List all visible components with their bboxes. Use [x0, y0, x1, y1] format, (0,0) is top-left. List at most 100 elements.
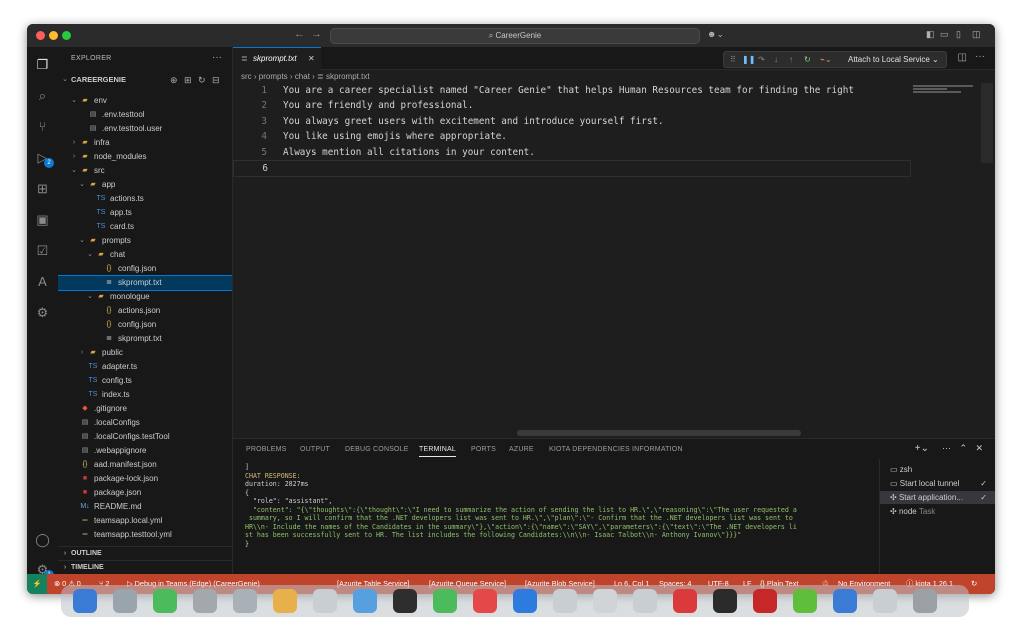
folder-env[interactable]: ⌄ ▰ env: [58, 94, 232, 108]
file-teamsapp-local-yml[interactable]: ═ teamsapp.local.yml: [58, 514, 232, 528]
terminal-instance[interactable]: ▭ Start local tunnel ✓: [880, 477, 995, 490]
new-folder-icon[interactable]: ⊞: [184, 73, 192, 87]
code-line[interactable]: 4 You like using emojis where appropriate…: [233, 129, 911, 144]
file-adapter-ts[interactable]: TS adapter.ts: [58, 360, 232, 374]
account-icon[interactable]: ◯: [33, 530, 52, 549]
dock-app-icon[interactable]: [313, 589, 337, 613]
dock-app-icon[interactable]: [833, 589, 857, 613]
panel-tab-azure[interactable]: AZURE: [509, 446, 534, 453]
panel-tab-debug-console[interactable]: DEBUG CONSOLE: [345, 446, 409, 453]
dock-app-icon[interactable]: [193, 589, 217, 613]
testing-icon[interactable]: ☑: [33, 241, 52, 260]
collapse-all-icon[interactable]: ⊟: [212, 73, 220, 87]
file-actions-json[interactable]: {} actions.json: [58, 304, 232, 318]
new-file-icon[interactable]: ⊕: [170, 73, 178, 87]
split-editor-icon[interactable]: ◫: [958, 52, 967, 63]
terminal-instance[interactable]: ✣ node Task: [880, 505, 995, 518]
dock-app-icon[interactable]: [353, 589, 377, 613]
new-terminal-icon[interactable]: +⌄: [915, 443, 929, 454]
forward-arrow-icon[interactable]: →: [311, 28, 322, 40]
file-readme-md[interactable]: M↓ README.md: [58, 500, 232, 514]
extensions-icon[interactable]: ⊞: [33, 179, 52, 198]
code-line[interactable]: 1 You are a career specialist named "Care…: [233, 83, 911, 98]
file-package-json[interactable]: ■ package.json: [58, 486, 232, 500]
file-teamsapp-testtool-yml[interactable]: ═ teamsapp.testtool.yml: [58, 528, 232, 542]
file-localconfigs-testtool[interactable]: ▤ .localConfigs.testTool: [58, 430, 232, 444]
close-tab-icon[interactable]: ✕: [308, 48, 315, 70]
file-skprompt-txt[interactable]: ≣ skprompt.txt: [58, 275, 232, 291]
section-outline[interactable]: › OUTLINE: [58, 546, 232, 561]
panel-tab-ports[interactable]: PORTS: [471, 446, 496, 453]
status-item[interactable]: ↻: [971, 574, 977, 594]
dock-app-icon[interactable]: [233, 589, 257, 613]
dock-app-icon[interactable]: [793, 589, 817, 613]
teams-toolkit-icon[interactable]: ⚙: [33, 303, 52, 322]
restart-icon[interactable]: ↻: [804, 52, 811, 67]
toggle-panel-icon[interactable]: ▭: [940, 29, 949, 40]
folder-src[interactable]: ⌄ ▰ src: [58, 164, 232, 178]
file-localconfigs[interactable]: ▤ .localConfigs: [58, 416, 232, 430]
dock-app-icon[interactable]: [673, 589, 697, 613]
dock-app-icon[interactable]: [633, 589, 657, 613]
dock-app-icon[interactable]: [713, 589, 737, 613]
remote-icon[interactable]: ▣: [33, 210, 52, 229]
panel-tab-terminal[interactable]: TERMINAL: [419, 446, 456, 457]
terminal-instance[interactable]: ▭ zsh: [880, 463, 995, 476]
minimize-window-button[interactable]: [49, 31, 58, 40]
file-config-json[interactable]: {} config.json: [58, 262, 232, 276]
run-debug-icon[interactable]: ▷ 2: [33, 148, 54, 168]
folder-prompts[interactable]: ⌄ ▰ prompts: [58, 234, 232, 248]
breadcrumb-item[interactable]: prompts: [259, 72, 288, 81]
panel-more-icon[interactable]: ···: [942, 443, 951, 453]
maximize-window-button[interactable]: [62, 31, 71, 40]
source-control-icon[interactable]: ⑂: [33, 117, 52, 136]
dock-app-icon[interactable]: [873, 589, 897, 613]
section-timeline[interactable]: › TIMELINE: [58, 560, 232, 574]
minimap[interactable]: [911, 83, 995, 443]
folder-infra[interactable]: › ▰ infra: [58, 136, 232, 150]
file-card-ts[interactable]: TS card.ts: [58, 220, 232, 234]
code-line[interactable]: 6: [233, 160, 911, 177]
azure-icon[interactable]: A: [33, 272, 52, 291]
terminal-instance[interactable]: ✣ Start application... ✓: [880, 491, 995, 504]
copilot-accounts-icon[interactable]: ☻⌄: [707, 29, 724, 40]
code-line[interactable]: 3 You always greet users with excitement …: [233, 114, 911, 129]
file-skprompt-txt[interactable]: ≣ skprompt.txt: [58, 332, 232, 346]
toggle-secondary-sidebar-icon[interactable]: ▯: [956, 29, 961, 40]
project-folder-header[interactable]: ⌄ CAREERGENIE ⊕ ⊞ ↻ ⊟: [58, 73, 232, 87]
search-icon[interactable]: ⌕: [33, 86, 52, 105]
folder-public[interactable]: › ▰ public: [58, 346, 232, 360]
breadcrumb-item[interactable]: src: [241, 72, 252, 81]
dock-app-icon[interactable]: [513, 589, 537, 613]
toggle-sidebar-icon[interactable]: ◧: [926, 29, 935, 40]
more-actions-icon[interactable]: ···: [212, 52, 222, 63]
folder-app[interactable]: ⌄ ▰ app: [58, 178, 232, 192]
step-over-icon[interactable]: ↷: [758, 52, 765, 67]
editor-more-icon[interactable]: ···: [975, 51, 985, 62]
horizontal-scrollbar[interactable]: [517, 430, 801, 436]
close-panel-icon[interactable]: ✕: [975, 443, 983, 454]
file-index-ts[interactable]: TS index.ts: [58, 388, 232, 402]
dock-app-icon[interactable]: [593, 589, 617, 613]
command-center-search[interactable]: ⌕ CareerGenie: [330, 28, 700, 44]
folder-node-modules[interactable]: › ▰ node_modules: [58, 150, 232, 164]
dock-app-icon[interactable]: [73, 589, 97, 613]
file-env-testtool[interactable]: ▤ .env.testtool: [58, 108, 232, 122]
folder-monologue[interactable]: ⌄ ▰ monologue: [58, 290, 232, 304]
code-line[interactable]: 2 You are friendly and professional.: [233, 98, 911, 113]
dock-app-icon[interactable]: [473, 589, 497, 613]
file-app-ts[interactable]: TS app.ts: [58, 206, 232, 220]
file-config-json[interactable]: {} config.json: [58, 318, 232, 332]
step-into-icon[interactable]: ↓: [774, 52, 778, 67]
remote-indicator[interactable]: ⚡: [27, 574, 47, 594]
disconnect-icon[interactable]: ⌁⌄: [820, 52, 832, 67]
dock-app-icon[interactable]: [553, 589, 577, 613]
code-line[interactable]: 5 Always mention all citations in your co…: [233, 145, 911, 160]
file-config-ts[interactable]: TS config.ts: [58, 374, 232, 388]
code-editor[interactable]: 1 You are a career specialist named "Care…: [233, 83, 911, 443]
tab-skprompt[interactable]: ≣ skprompt.txt ✕: [233, 47, 321, 70]
panel-tab-output[interactable]: OUTPUT: [300, 446, 330, 453]
maximize-panel-icon[interactable]: ⌃: [959, 443, 967, 454]
drag-handle-icon[interactable]: ⠿: [730, 52, 736, 67]
file-env-testtool-user[interactable]: ▤ .env.testtool.user: [58, 122, 232, 136]
